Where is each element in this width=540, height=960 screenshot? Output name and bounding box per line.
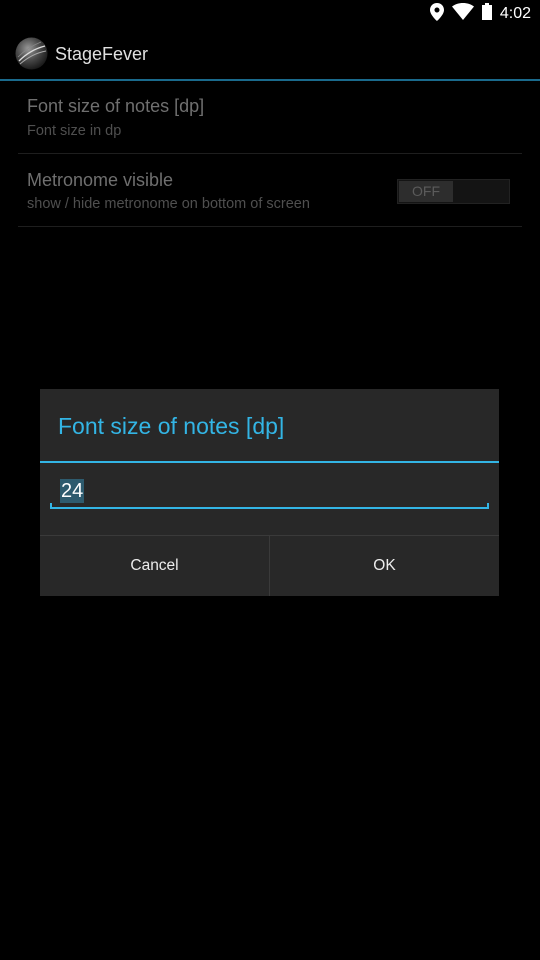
app-title: StageFever: [55, 44, 149, 64]
dialog-title: Font size of notes [dp]: [58, 413, 285, 439]
dialog-title-divider: [40, 461, 499, 463]
dialog-button-bar: Cancel OK: [40, 535, 499, 596]
input-value: 24: [60, 479, 85, 503]
action-bar: StageFever: [0, 27, 540, 79]
font-size-input[interactable]: 24: [50, 475, 489, 509]
cancel-button[interactable]: Cancel: [40, 536, 270, 596]
location-icon: [429, 2, 444, 26]
status-time: 4:02: [499, 5, 531, 22]
status-icons: 4:02: [429, 2, 531, 26]
ok-button[interactable]: OK: [270, 536, 499, 596]
stagefever-logo-icon[interactable]: [15, 37, 48, 70]
screen: 4:02 StageFever Font size of notes [dp] …: [0, 0, 540, 960]
wifi-icon: [451, 3, 474, 25]
battery-icon: [481, 3, 492, 25]
status-bar: 4:02: [0, 0, 540, 27]
font-size-dialog: Font size of notes [dp] 24 Cancel OK: [40, 389, 499, 596]
